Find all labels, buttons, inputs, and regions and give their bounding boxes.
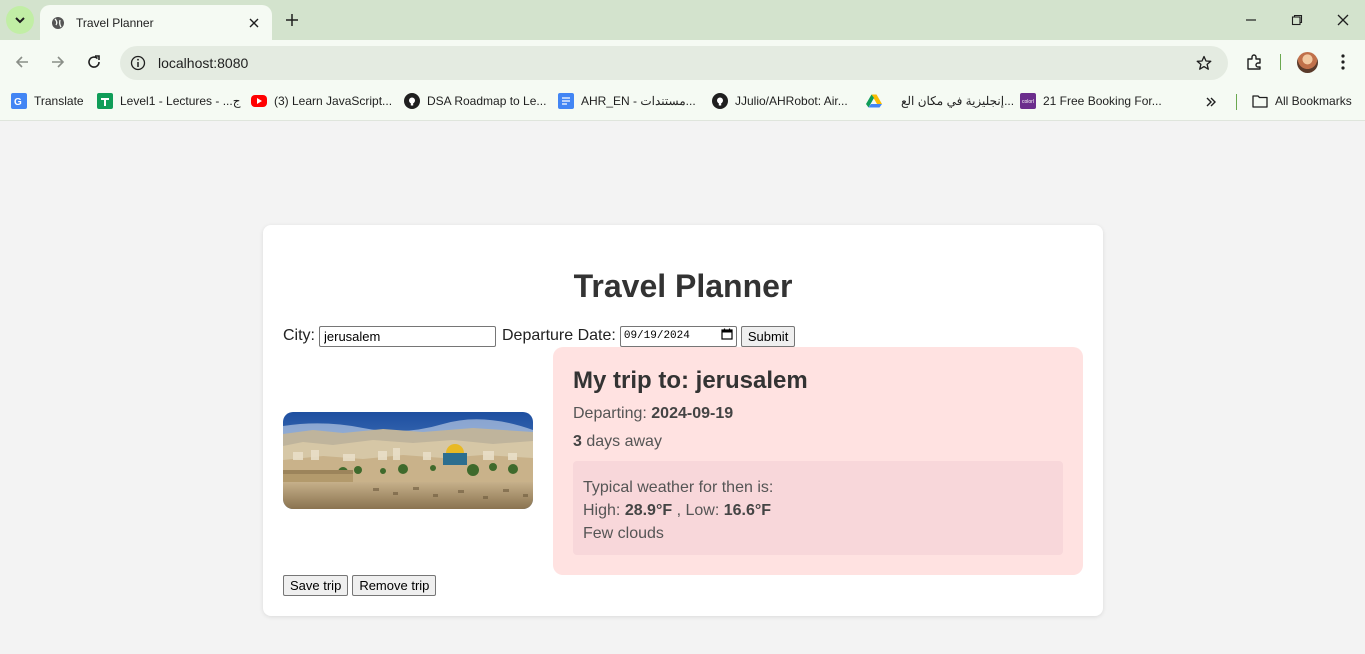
page-title: Travel Planner: [573, 268, 793, 304]
google-translate-icon: G: [11, 93, 27, 109]
reload-icon[interactable]: [84, 52, 104, 72]
high-label: High:: [583, 502, 621, 519]
travel-planner-card: Travel Planner City: Departure Date: 09/…: [263, 225, 1103, 616]
browser-toolbar: localhost:8080: [0, 40, 1365, 84]
extensions-puzzle-icon[interactable]: [1244, 52, 1264, 72]
city-input[interactable]: [319, 325, 496, 347]
minimize-icon[interactable]: [1241, 10, 1261, 30]
calendar-icon[interactable]: [721, 328, 733, 344]
trip-form: City: Departure Date: 09/19/2024 Submit: [283, 325, 796, 347]
days-away-count: 3: [573, 433, 582, 450]
trip-actions: Save trip Remove trip: [283, 575, 437, 596]
restore-icon[interactable]: [1287, 10, 1307, 30]
trip-details-panel: My trip to: jerusalem Departing: 2024-09…: [553, 347, 1083, 575]
bookmark-dsa-roadmap[interactable]: DSA Roadmap to Le...: [404, 92, 546, 110]
days-away-label: days away: [586, 433, 662, 450]
browser-tab-strip: Travel Planner: [0, 0, 1365, 40]
weather-forecast-box: Typical weather for then is: High: 28.9°…: [573, 461, 1063, 555]
google-docs-icon: [558, 93, 574, 109]
remove-trip-button[interactable]: Remove trip: [352, 575, 437, 596]
site-info-icon[interactable]: [129, 54, 147, 72]
back-arrow-icon[interactable]: [12, 52, 32, 72]
close-tab-icon[interactable]: [246, 15, 262, 31]
globe-icon: [50, 15, 66, 31]
close-window-icon[interactable]: [1333, 10, 1353, 30]
more-bookmarks-chevron-icon[interactable]: [1202, 93, 1220, 111]
departure-date-label: Departure Date:: [502, 327, 616, 344]
folder-icon: [1252, 93, 1268, 109]
bookmarks-bar: G Translate Level1 - Lectures - ...ج (3)…: [0, 84, 1365, 121]
all-bookmarks[interactable]: All Bookmarks: [1252, 92, 1352, 110]
active-tab[interactable]: Travel Planner: [40, 5, 272, 40]
svg-text:colorlib: colorlib: [1022, 99, 1034, 105]
bookmark-drive-arabic[interactable]: إنجليزية في مكان الع...: [866, 92, 1014, 110]
address-bar[interactable]: localhost:8080: [120, 46, 1228, 80]
date-value: 09/19/2024: [623, 330, 690, 342]
trip-heading: My trip to: jerusalem: [573, 367, 808, 394]
save-trip-button[interactable]: Save trip: [283, 575, 349, 596]
weather-intro: Typical weather for then is:: [583, 479, 774, 496]
countdown-line: 3 days away: [573, 433, 662, 451]
bookmark-label: (3) Learn JavaScript...: [274, 94, 393, 108]
toolbar-divider: [1280, 54, 1281, 70]
bookmarks-divider: [1236, 94, 1237, 110]
low-label: , Low:: [676, 502, 720, 519]
bookmark-label: 21 Free Booking For...: [1043, 94, 1162, 108]
tab-search-button[interactable]: [6, 6, 34, 34]
submit-button[interactable]: Submit: [740, 325, 796, 347]
departure-date-input[interactable]: 09/19/2024: [619, 325, 737, 347]
low-temp: 16.6°F: [723, 502, 772, 519]
forward-arrow-icon[interactable]: [48, 52, 68, 72]
temperature-line: High: 28.9°F , Low: 16.6°F: [583, 499, 1053, 522]
bookmark-booking-forms[interactable]: colorlib 21 Free Booking For...: [1020, 92, 1162, 110]
youtube-icon: [251, 95, 267, 107]
weather-description: Few clouds: [583, 525, 664, 542]
departing-line: Departing: 2024-09-19: [573, 405, 733, 423]
bookmark-label: DSA Roadmap to Le...: [427, 94, 547, 108]
url-text: localhost:8080: [158, 55, 249, 71]
svg-text:G: G: [14, 97, 22, 107]
bookmark-label: إنجليزية في مكان الع...: [901, 94, 1015, 108]
city-label: City:: [283, 327, 315, 344]
bookmark-learn-javascript[interactable]: (3) Learn JavaScript...: [251, 92, 392, 110]
google-drive-icon: [866, 93, 882, 109]
bookmark-level1-lectures[interactable]: Level1 - Lectures - ...ج: [97, 92, 240, 110]
bookmark-star-icon[interactable]: [1195, 54, 1213, 72]
bookmark-label: AHR_EN - مستندات...: [581, 94, 696, 108]
bookmark-ahr-en[interactable]: AHR_EN - مستندات...: [558, 92, 696, 110]
google-sheets-icon: [97, 93, 113, 109]
kebab-menu-icon[interactable]: [1333, 52, 1353, 72]
departing-date: 2024-09-19: [651, 405, 734, 422]
profile-avatar[interactable]: [1297, 52, 1318, 73]
tab-title: Travel Planner: [76, 15, 154, 30]
github-icon: [712, 93, 728, 109]
github-icon: [404, 93, 420, 109]
destination-photo: [283, 412, 533, 509]
bookmark-label: Level1 - Lectures - ...ج: [120, 94, 241, 108]
bookmark-label: JJulio/AHRobot: Air...: [735, 94, 848, 108]
new-tab-plus-icon[interactable]: [282, 10, 302, 30]
bookmark-translate[interactable]: G Translate: [11, 92, 84, 110]
all-bookmarks-label: All Bookmarks: [1275, 94, 1352, 108]
bookmark-label: Translate: [34, 94, 84, 108]
bookmark-ahrobot[interactable]: JJulio/AHRobot: Air...: [712, 92, 848, 110]
high-temp: 28.9°F: [624, 502, 673, 519]
colorlib-icon: colorlib: [1020, 93, 1036, 109]
chevron-down-icon: [15, 17, 25, 24]
departing-label: Departing:: [573, 405, 647, 422]
